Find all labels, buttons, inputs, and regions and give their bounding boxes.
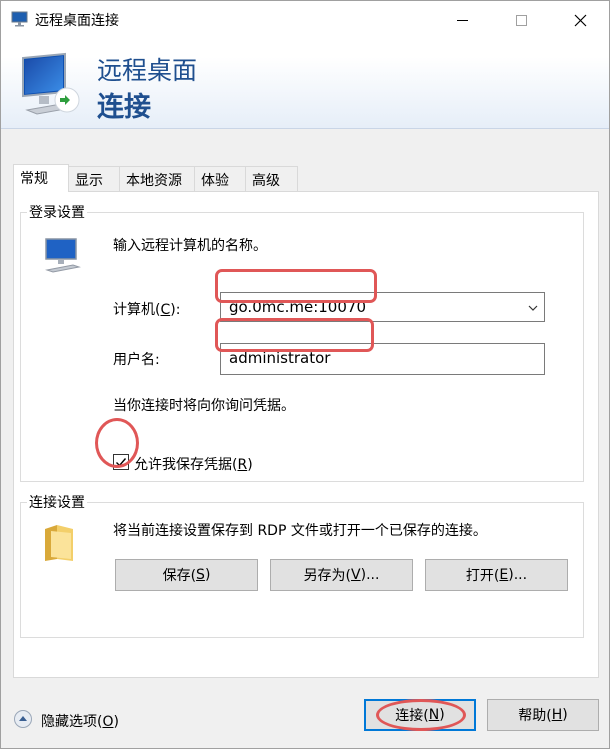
save-credentials-checkbox[interactable] (113, 454, 129, 470)
tab-experience[interactable]: 体验 (194, 166, 246, 191)
remote-desktop-monitor-icon (22, 52, 80, 115)
remote-desktop-icon (11, 11, 28, 27)
username-field[interactable]: administrator (220, 343, 545, 375)
minimize-button[interactable] (439, 1, 485, 39)
connection-settings-label: 连接设置 (27, 492, 87, 512)
remote-desktop-window: 远程桌面连接 远程桌面 连接 常规 显示 本地资源 体验 高级 登录设置 输入远… (0, 0, 610, 749)
credentials-prompt-note: 当你连接时将向你询问凭据。 (113, 398, 295, 414)
login-settings-label: 登录设置 (27, 202, 87, 222)
title-bar[interactable]: 远程桌面连接 (1, 1, 609, 39)
computer-input[interactable]: go.0mc.me:10070 (229, 298, 366, 316)
tab-general[interactable]: 常规 (13, 164, 69, 192)
save-button[interactable]: 保存(S) (115, 559, 258, 591)
close-button[interactable] (557, 1, 603, 39)
username-label: 用户名: (113, 352, 160, 368)
computer-label: 计算机(C): (113, 302, 181, 318)
help-button[interactable]: 帮助(H) (487, 699, 599, 731)
close-icon (574, 14, 586, 26)
banner-title-line1: 远程桌面 (97, 56, 198, 85)
maximize-icon (515, 14, 527, 26)
username-value[interactable]: administrator (229, 349, 330, 367)
folder-icon (45, 525, 73, 561)
window-title: 远程桌面连接 (35, 13, 119, 29)
login-settings-group: 登录设置 输入远程计算机的名称。 计算机(C): go.0mc.me:10070… (20, 202, 584, 482)
chevron-down-icon[interactable] (528, 303, 538, 313)
open-button[interactable]: 打开(E)... (425, 559, 568, 591)
computer-icon (45, 238, 81, 273)
save-as-button[interactable]: 另存为(V)... (270, 559, 413, 591)
connect-button[interactable]: 连接(N) (364, 699, 476, 731)
hide-options-link[interactable]: 隐藏选项(O) (41, 711, 119, 731)
minimize-icon (456, 19, 468, 21)
computer-name-instruction: 输入远程计算机的名称。 (113, 238, 267, 254)
connection-settings-description: 将当前连接设置保存到 RDP 文件或打开一个已保存的连接。 (113, 523, 487, 539)
tab-local-resources[interactable]: 本地资源 (119, 166, 195, 191)
tab-display[interactable]: 显示 (68, 166, 120, 191)
computer-combobox[interactable]: go.0mc.me:10070 (220, 292, 545, 322)
checkmark-icon (116, 458, 127, 467)
header-banner: 远程桌面 连接 (1, 39, 609, 129)
collapse-options-icon[interactable] (13, 709, 33, 729)
banner-title-line2: 连接 (97, 92, 151, 123)
maximize-button[interactable] (498, 1, 544, 39)
general-tab-panel: 登录设置 输入远程计算机的名称。 计算机(C): go.0mc.me:10070… (13, 191, 599, 678)
connection-settings-group: 连接设置 将当前连接设置保存到 RDP 文件或打开一个已保存的连接。 保存(S)… (20, 492, 584, 638)
save-credentials-label[interactable]: 允许我保存凭据(R) (134, 454, 253, 474)
tab-advanced[interactable]: 高级 (245, 166, 298, 191)
